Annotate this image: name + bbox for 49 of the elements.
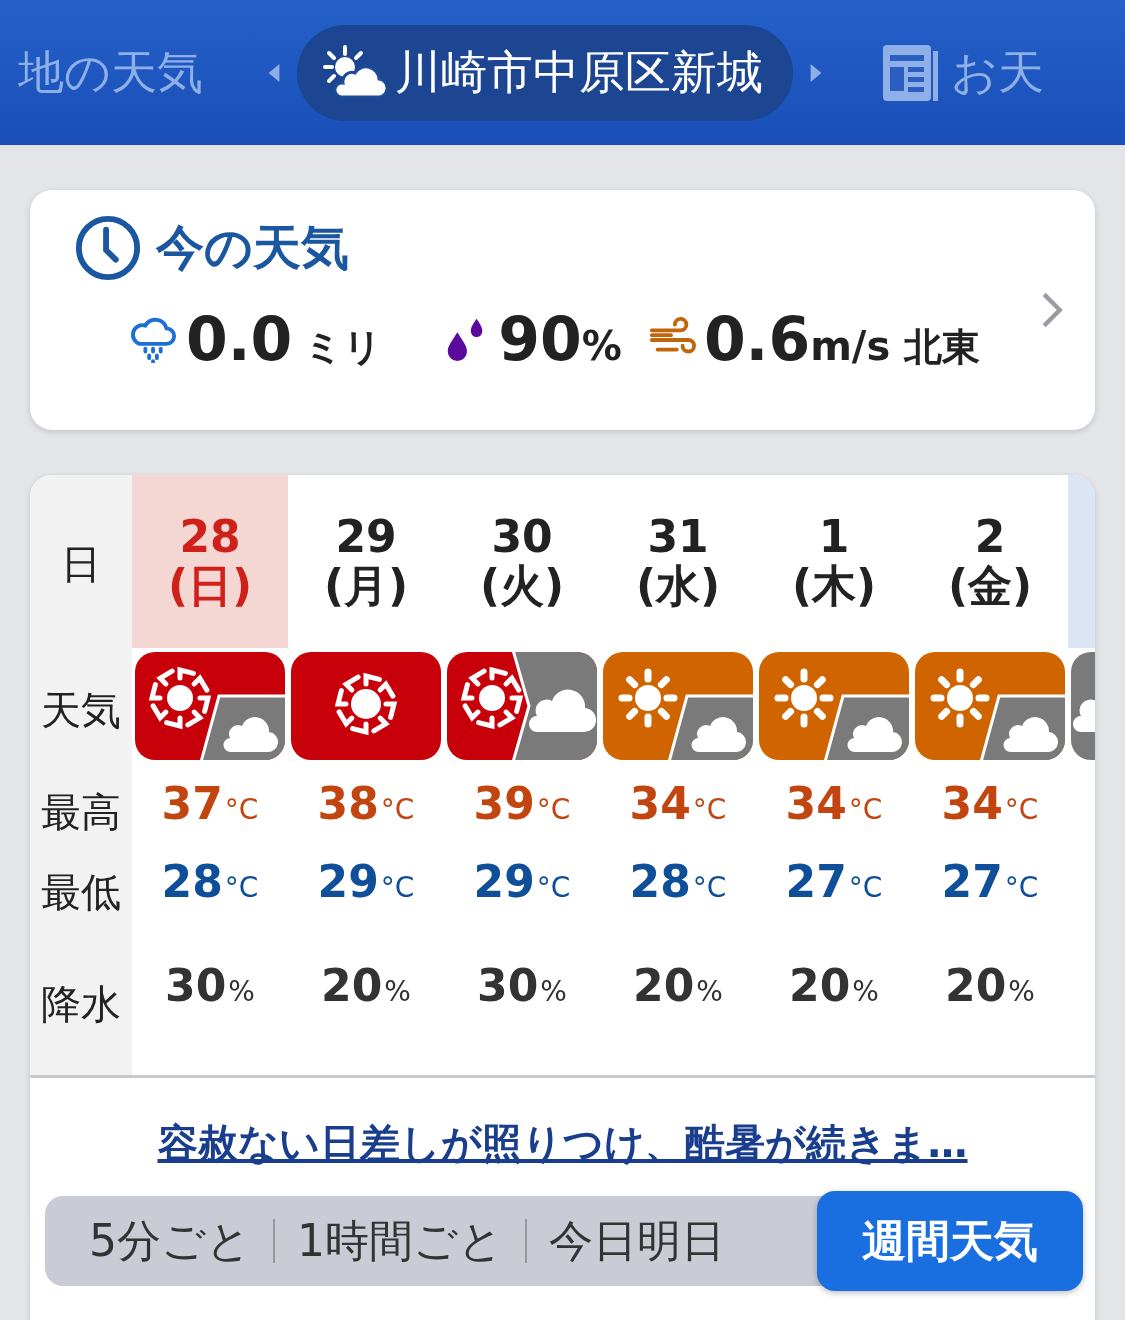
precipitation-chance: 20%	[633, 960, 723, 1013]
wind-value: 0.6	[703, 304, 811, 374]
high-temperature: 38°C	[317, 778, 415, 831]
date-header[interactable]: 29 (月)	[288, 475, 444, 648]
row-label: 最低	[40, 868, 122, 917]
sun-cloud-icon	[323, 44, 387, 101]
rain-unit: ミリ	[304, 324, 383, 371]
high-temperature: 34°C	[941, 778, 1039, 831]
high-temperature: 34°C	[629, 778, 727, 831]
view-tab[interactable]: 週間天気	[817, 1191, 1083, 1291]
row-label: 天気	[40, 686, 122, 735]
date-header[interactable]: 28 (日)	[132, 475, 288, 648]
low-temperature: 27°C	[941, 856, 1039, 909]
high-temperature: 37°C	[161, 778, 259, 831]
view-tab[interactable]: 5分ごと	[45, 1196, 273, 1286]
forecast-summary-link[interactable]: 容赦ない日差しが照りつけ、酷暑が続きま…	[157, 1120, 968, 1166]
row-label: 降水	[40, 980, 122, 1029]
high-temperature: 39°C	[473, 778, 571, 831]
date-header[interactable]: 1 (木)	[756, 475, 912, 648]
date-header[interactable]: 30 (火)	[444, 475, 600, 648]
date-header[interactable]: 2 (金)	[912, 475, 1068, 648]
location-tab[interactable]: 川崎市中原区新城	[297, 24, 793, 121]
low-temperature: 28°C	[161, 856, 259, 909]
wind-direction: 北東	[904, 324, 981, 371]
precipitation-chance: 20%	[945, 960, 1035, 1013]
location-name: 川崎市中原区新城	[395, 43, 763, 101]
row-label: 最高	[40, 788, 122, 837]
humidity-unit: %	[581, 323, 622, 369]
newspaper-icon[interactable]	[881, 42, 941, 103]
precipitation-chance: 30%	[165, 960, 255, 1013]
precipitation-chance: 20%	[321, 960, 411, 1013]
high-temperature: 34°C	[785, 778, 883, 831]
low-temperature: 29°C	[473, 856, 571, 909]
low-temperature: 29°C	[317, 856, 415, 909]
humidity-value: 90	[498, 304, 582, 374]
clock-icon	[74, 214, 142, 282]
precipitation-chance: 20%	[789, 960, 879, 1013]
view-tab[interactable]: 1時間ごと	[275, 1196, 525, 1286]
precipitation-chance: 30%	[477, 960, 567, 1013]
row-label: 日	[60, 540, 102, 589]
wind-unit: m/s	[810, 323, 891, 369]
date-header[interactable]: 31 (水)	[600, 475, 756, 648]
current-weather-card[interactable]: 今の天気 0.0 ミリ 90% 0.6m/s 北東	[30, 190, 1095, 430]
view-tab[interactable]: 今日明日	[527, 1196, 747, 1286]
low-temperature: 28°C	[629, 856, 727, 909]
low-temperature: 27°C	[785, 856, 883, 909]
section-title: 今の天気	[156, 218, 349, 277]
rain-value: 0.0	[186, 304, 293, 374]
rain-cloud-icon	[130, 315, 178, 363]
